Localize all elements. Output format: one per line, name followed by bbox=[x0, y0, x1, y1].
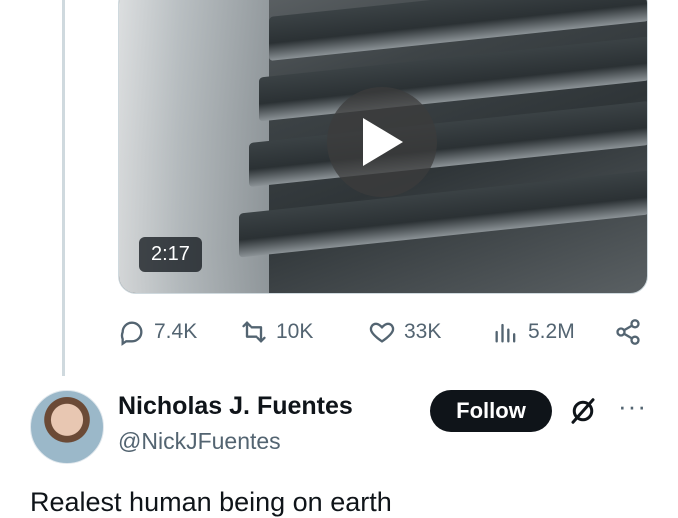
like-count: 33K bbox=[404, 320, 442, 343]
views-button[interactable]: 5.2M bbox=[492, 314, 575, 350]
heart-icon bbox=[369, 322, 395, 343]
more-icon[interactable]: ··· bbox=[618, 393, 647, 419]
author-row: Nicholas J. Fuentes @NickJFuentes Follow… bbox=[30, 390, 670, 470]
embedded-video[interactable]: 2:17 bbox=[118, 0, 648, 294]
tweet-actions: 7.4K 10K 33K 5.2M bbox=[118, 314, 646, 350]
video-duration: 2:17 bbox=[139, 237, 202, 272]
like-button[interactable]: 33K bbox=[368, 314, 441, 350]
view-count: 5.2M bbox=[528, 320, 575, 343]
author-name[interactable]: Nicholas J. Fuentes bbox=[118, 392, 353, 421]
reply-count: 7.4K bbox=[154, 320, 198, 343]
video-step bbox=[239, 170, 647, 258]
grok-icon[interactable] bbox=[568, 396, 598, 426]
repost-icon bbox=[242, 321, 266, 343]
avatar[interactable] bbox=[30, 390, 104, 464]
repost-count: 10K bbox=[276, 320, 314, 343]
share-button[interactable] bbox=[614, 314, 642, 350]
follow-button[interactable]: Follow bbox=[430, 390, 552, 432]
tweet-text: Realest human being on earth bbox=[30, 487, 392, 517]
share-icon bbox=[616, 319, 640, 345]
views-icon bbox=[495, 323, 516, 343]
play-icon bbox=[363, 118, 403, 166]
reply-icon bbox=[120, 321, 143, 346]
thread-line bbox=[62, 0, 65, 376]
reply-button[interactable]: 7.4K bbox=[118, 314, 197, 350]
repost-button[interactable]: 10K bbox=[240, 314, 313, 350]
play-button[interactable] bbox=[327, 87, 437, 197]
author-handle[interactable]: @NickJFuentes bbox=[118, 428, 281, 455]
